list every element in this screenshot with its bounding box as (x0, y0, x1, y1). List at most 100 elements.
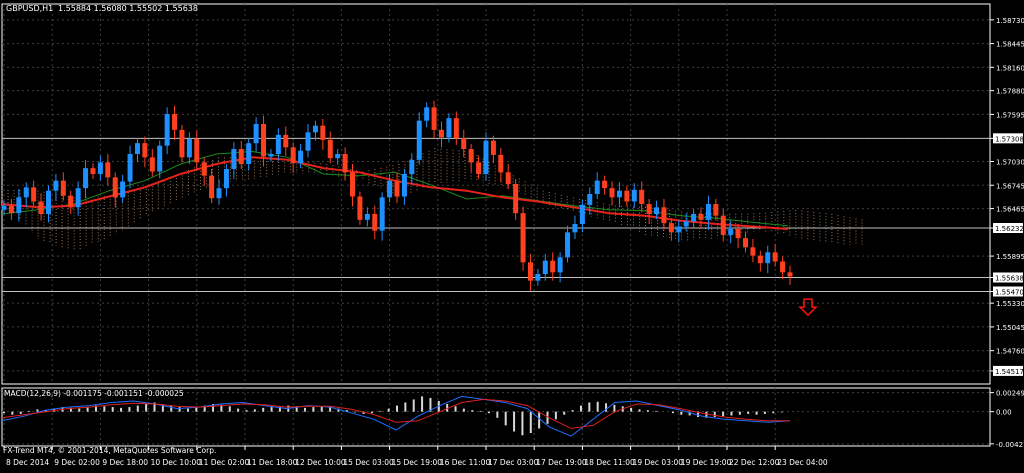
candle-body (379, 197, 385, 231)
candle-body (490, 140, 496, 155)
candle-body (283, 134, 289, 148)
x-tick-label: 15 Dec 03:00 (343, 458, 394, 467)
candle-body (557, 257, 563, 273)
candle-body (320, 125, 326, 140)
candle-body (335, 154, 341, 159)
candle-body (83, 168, 89, 189)
candle-body (134, 143, 140, 154)
candle-body (624, 190, 630, 202)
x-tick-label: 10 Dec 10:00 (151, 458, 202, 467)
candle-body (75, 188, 81, 208)
candle-body (216, 188, 222, 199)
x-tick-label: 22 Dec 12:00 (729, 458, 780, 467)
candle-body (179, 129, 185, 158)
y-tick-label: 1.57880 (996, 88, 1024, 96)
candle-body (164, 114, 170, 146)
candle-body (765, 252, 771, 264)
candle-body (16, 197, 22, 214)
y-tick-label: 1.56465 (996, 206, 1024, 214)
candle-body (45, 190, 51, 214)
candle-body (720, 215, 726, 235)
macd-y-tick-label: 0.00 (996, 409, 1012, 417)
candle-body (698, 214, 704, 220)
candle-body (201, 162, 207, 176)
candle-body (453, 118, 459, 139)
candle-body (661, 207, 667, 224)
candle-body (194, 139, 200, 163)
x-tick-label: 17 Dec 19:00 (536, 458, 587, 467)
candle-body (676, 226, 682, 233)
candle-body (735, 229, 741, 239)
candle-body (394, 180, 400, 197)
candle-body (149, 157, 155, 172)
candle-body (23, 187, 29, 198)
candle-body (342, 154, 348, 173)
candle-body (743, 238, 749, 248)
candle-body (105, 162, 111, 178)
candle-body (112, 177, 118, 198)
symbol-label: GBPUSD,H1 (6, 4, 53, 13)
candle-body (120, 181, 126, 198)
candle-body (8, 205, 14, 214)
candle-body (780, 261, 786, 273)
candle-body (238, 149, 244, 164)
candle-body (520, 213, 526, 263)
candle-body (1, 205, 7, 210)
candle-body (683, 221, 689, 227)
price-chart-canvas[interactable]: 8 Dec 2014 9 Dec 02:00 9 Dec 18:00 10 Dec 1… (0, 0, 1024, 469)
y-tick-label: 1.54760 (996, 348, 1024, 356)
price-label-highlighted: 1.55638 (995, 275, 1024, 283)
candle-body (186, 139, 192, 158)
candle-body (298, 150, 304, 164)
candle-body (668, 223, 674, 233)
y-tick-label: 1.55895 (996, 253, 1024, 261)
candle-body (476, 162, 482, 174)
candle-body (505, 172, 511, 184)
price-label-highlighted: 1.54517 (995, 368, 1024, 376)
candle-body (372, 214, 378, 231)
candle-body (246, 143, 252, 164)
candle-body (416, 120, 422, 160)
candle-body (579, 204, 585, 224)
candle-body (572, 224, 578, 233)
candle-body (350, 172, 356, 197)
candle-body (639, 189, 645, 204)
macd-label: MACD(12,26,9) -0.001175 -0.001151 -0.000… (4, 389, 184, 398)
candle-body (609, 188, 615, 198)
candle-body (787, 272, 793, 277)
candle-body (142, 143, 148, 158)
y-tick-label: 1.58730 (996, 17, 1024, 25)
ohlc-readout: 1.55884 1.56080 1.55502 1.55638 (58, 4, 198, 13)
candle-body (401, 174, 407, 197)
candle-body (431, 107, 437, 130)
x-tick-label: 9 Dec 18:00 (102, 458, 148, 467)
candle-body (483, 140, 489, 174)
candle-body (127, 154, 133, 182)
x-tick-label: 16 Dec 11:00 (440, 458, 491, 467)
candle-body (631, 189, 637, 202)
candle-body (31, 187, 37, 202)
candle-body (97, 162, 103, 174)
x-tick-label: 9 Dec 02:00 (54, 458, 100, 467)
chart-window[interactable]: 8 Dec 2014 9 Dec 02:00 9 Dec 18:00 10 Dec 1… (0, 0, 1024, 469)
y-tick-label: 1.58445 (996, 41, 1024, 49)
price-label-highlighted: 1.56232 (995, 225, 1024, 233)
candle-body (53, 180, 59, 191)
candle-body (68, 195, 74, 208)
candle-body (550, 260, 556, 273)
candle-body (231, 149, 237, 169)
x-tick-label: 8 Dec 2014 (6, 458, 49, 467)
candle-body (223, 169, 229, 189)
candle-body (750, 247, 756, 256)
candle-body (468, 149, 474, 163)
candle-body (438, 129, 444, 138)
candle-body (587, 194, 593, 205)
candle-body (305, 132, 311, 151)
y-tick-label: 1.58160 (996, 64, 1024, 72)
candle-body (157, 145, 163, 172)
candle-body (498, 154, 504, 173)
candle-body (705, 204, 711, 220)
candle-body (713, 204, 719, 216)
x-tick-label: 11 Dec 18:00 (247, 458, 298, 467)
x-tick-label: 12 Dec 10:00 (295, 458, 346, 467)
